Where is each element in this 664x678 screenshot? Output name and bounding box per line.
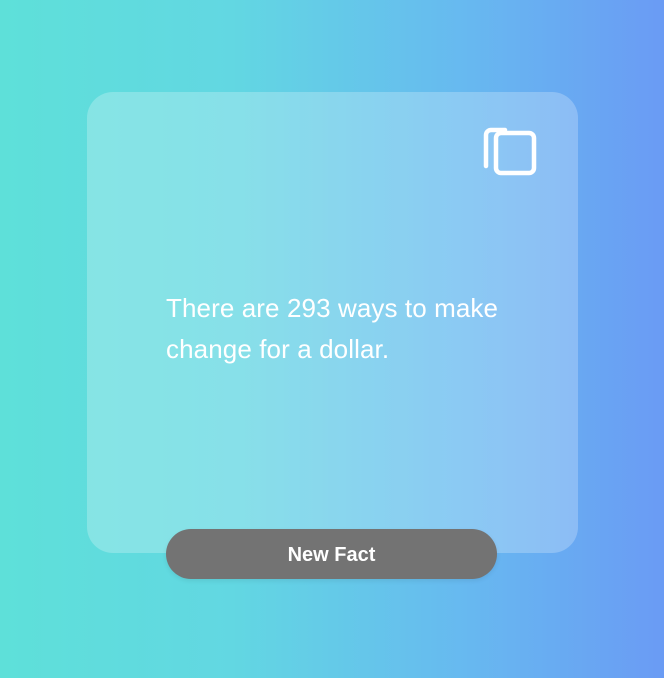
copy-icon [483, 127, 537, 176]
new-fact-button[interactable]: New Fact [166, 529, 497, 579]
fact-card: There are 293 ways to make change for a … [87, 92, 578, 553]
fact-text: There are 293 ways to make change for a … [166, 293, 499, 364]
copy-button[interactable] [481, 120, 539, 178]
